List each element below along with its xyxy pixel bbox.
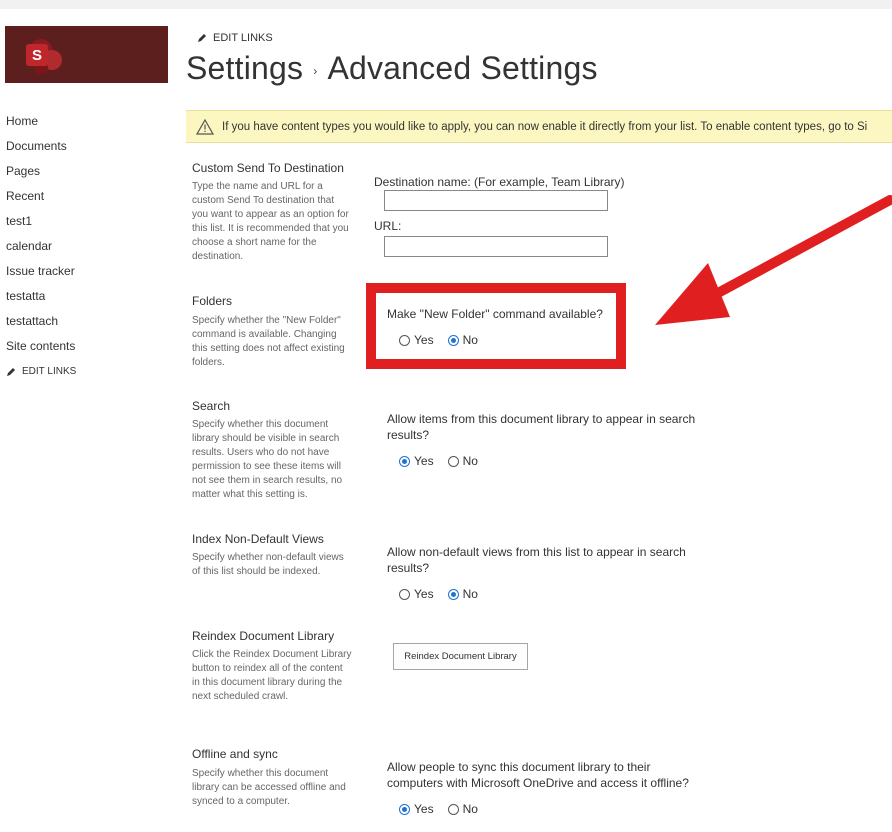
nav-item-recent[interactable]: Recent — [6, 187, 76, 212]
left-navigation: Home Documents Pages Recent test1 calend… — [6, 112, 76, 377]
site-logo[interactable]: S — [5, 26, 168, 83]
index-views-question: Allow non-default views from this list t… — [387, 545, 686, 575]
offline-sync-question: Allow people to sync this document libra… — [387, 760, 689, 790]
no-label: No — [462, 454, 478, 468]
sharepoint-logo-icon: S — [26, 39, 62, 74]
no-label: No — [462, 802, 478, 816]
destination-name-input[interactable] — [384, 190, 608, 211]
nav-item-issue-tracker[interactable]: Issue tracker — [6, 262, 76, 287]
offline-sync-title: Offline and sync — [192, 747, 278, 761]
index-views-description: Specify whether non-default views of thi… — [192, 552, 344, 577]
destination-name-label: Destination name: (For example, Team Lib… — [374, 175, 625, 189]
offline-sync-no-option[interactable]: No — [447, 802, 478, 816]
reindex-title: Reindex Document Library — [192, 629, 335, 643]
radio-checked-icon[interactable] — [399, 455, 410, 467]
nav-item-pages[interactable]: Pages — [6, 162, 76, 187]
offline-sync-radio-group: Yes No — [399, 802, 492, 816]
search-description: Specify whether this document library sh… — [192, 419, 343, 500]
folders-title: Folders — [192, 294, 233, 308]
radio-unchecked-icon[interactable] — [447, 455, 459, 467]
nav-item-calendar[interactable]: calendar — [6, 237, 76, 262]
offline-sync-yes-option[interactable]: Yes — [399, 802, 434, 816]
radio-checked-icon[interactable] — [447, 588, 459, 600]
search-title: Search — [192, 399, 231, 413]
search-no-option[interactable]: No — [447, 454, 478, 468]
radio-unchecked-icon[interactable] — [399, 588, 410, 600]
index-views-no-option[interactable]: No — [447, 587, 478, 601]
nav-item-documents[interactable]: Documents — [6, 137, 76, 162]
page-title-text: Advanced Settings — [327, 50, 598, 86]
page-title: Settings › Advanced Settings — [186, 50, 598, 87]
breadcrumb-settings[interactable]: Settings — [186, 50, 303, 87]
send-to-description: Type the name and URL for a custom Send … — [192, 181, 349, 262]
pencil-icon — [198, 34, 206, 42]
index-views-radio-group: Yes No — [399, 587, 492, 601]
search-question: Allow items from this document library t… — [387, 412, 696, 442]
no-label: No — [462, 587, 478, 601]
index-views-yes-option[interactable]: Yes — [399, 587, 434, 601]
reindex-description: Click the Reindex Document Library butto… — [192, 649, 352, 702]
nav-item-testatta[interactable]: testatta — [6, 287, 76, 312]
svg-text:S: S — [32, 47, 42, 64]
edit-links-nav[interactable]: EDIT LINKS — [6, 366, 76, 377]
pencil-icon — [7, 367, 15, 376]
radio-checked-icon[interactable] — [399, 803, 410, 815]
yes-label: Yes — [414, 587, 434, 601]
folders-description: Specify whether the "New Folder" command… — [192, 315, 345, 368]
radio-unchecked-icon[interactable] — [447, 803, 459, 815]
edit-links-nav-label: EDIT LINKS — [22, 366, 77, 377]
search-yes-option[interactable]: Yes — [399, 454, 434, 468]
yes-label: Yes — [414, 802, 434, 816]
url-label: URL: — [374, 219, 402, 233]
yes-label: Yes — [414, 454, 434, 468]
top-bar — [0, 0, 892, 9]
url-input[interactable] — [384, 236, 608, 257]
search-radio-group: Yes No — [399, 454, 492, 468]
nav-item-home[interactable]: Home — [6, 112, 76, 137]
red-arrow-icon — [655, 195, 892, 325]
nav-item-site-contents[interactable]: Site contents — [6, 337, 76, 362]
banner-text: If you have content types you would like… — [222, 120, 868, 133]
offline-sync-description: Specify whether this document library ca… — [192, 768, 346, 807]
warning-icon — [196, 118, 214, 135]
red-highlight-box — [366, 283, 626, 369]
edit-links-label: EDIT LINKS — [213, 32, 273, 44]
content-types-banner: If you have content types you would like… — [186, 110, 892, 143]
nav-item-testattach[interactable]: testattach — [6, 312, 76, 337]
nav-item-test1[interactable]: test1 — [6, 212, 76, 237]
index-views-title: Index Non-Default Views — [192, 532, 324, 546]
reindex-document-library-button[interactable]: Reindex Document Library — [393, 643, 528, 670]
send-to-title: Custom Send To Destination — [192, 161, 344, 175]
breadcrumb-separator-icon: › — [313, 63, 318, 78]
edit-links-header[interactable]: EDIT LINKS — [197, 32, 273, 44]
